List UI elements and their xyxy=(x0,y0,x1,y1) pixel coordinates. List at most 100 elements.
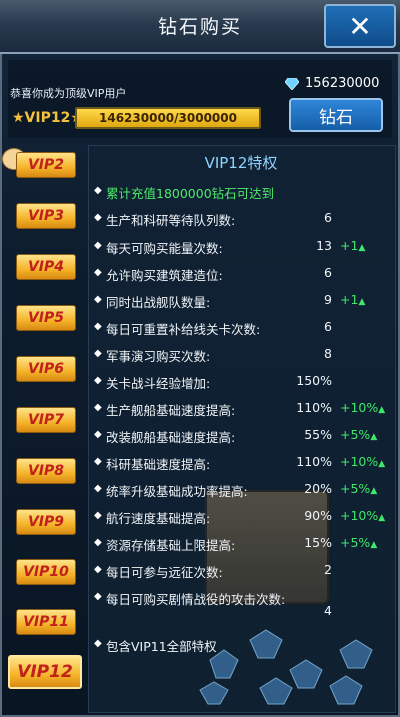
congrats-text: 恭喜你成为顶级VIP用户 xyxy=(10,87,127,100)
privilege-increase: +5%▲ xyxy=(340,535,390,550)
bullet-icon: ◆ xyxy=(94,348,102,359)
privilege-row: ◆ 改装舰船基础速度提高: 55% +5%▲ xyxy=(92,425,392,449)
tab-vip8[interactable]: VIP8 xyxy=(16,458,76,484)
privilege-increase-value: +5% xyxy=(340,535,371,550)
privilege-row: ◆ 军事演习购买次数: 8 xyxy=(92,344,392,368)
privilege-value: 110% xyxy=(296,400,332,415)
diamond-icon xyxy=(285,77,299,90)
bullet-icon: ◆ xyxy=(94,429,102,440)
privilege-row: ◆ 每天可购买能量次数: 13 +1▲ xyxy=(92,236,392,260)
privilege-label: 资源存储基础上限提高: xyxy=(106,538,236,553)
tab-vip10[interactable]: VIP10 xyxy=(16,559,76,585)
bullet-icon: ◆ xyxy=(94,294,102,305)
tab-vip12[interactable]: VIP12 xyxy=(8,655,82,689)
title-bar: 钻石购买 ✕ xyxy=(0,0,400,54)
privilege-increase: +1▲ xyxy=(340,238,390,253)
privilege-row: ◆ 科研基础速度提高: 110% +10%▲ xyxy=(92,452,392,476)
privilege-label: 军事演习购买次数: xyxy=(106,349,211,364)
tab-vip2[interactable]: VIP2 xyxy=(16,152,76,178)
privilege-label: 累计充值1800000钻石可达到 xyxy=(106,186,275,201)
privilege-value: 6 xyxy=(324,210,332,225)
up-arrow-icon: ▲ xyxy=(370,540,378,550)
privilege-label: 每日可参与远征次数: xyxy=(106,565,223,580)
up-arrow-icon: ▲ xyxy=(370,432,378,442)
tab-vip9[interactable]: VIP9 xyxy=(16,509,76,535)
privilege-label: 关卡战斗经验增加: xyxy=(106,376,211,391)
bullet-icon: ◆ xyxy=(94,212,102,223)
diamond-balance-value: 156230000 xyxy=(305,76,380,91)
vip-level-label: ★VIP12★ xyxy=(12,110,83,126)
privilege-value: 90% xyxy=(304,508,332,523)
tab-vip11[interactable]: VIP11 xyxy=(16,609,76,635)
bullet-icon: ◆ xyxy=(94,375,102,386)
up-arrow-icon: ▲ xyxy=(378,513,386,523)
privilege-increase-value: +10% xyxy=(340,454,379,469)
privilege-row: ◆ 每日可参与远征次数: 2 xyxy=(92,560,392,584)
privilege-value: 15% xyxy=(304,535,332,550)
privilege-label: 包含VIP11全部特权 xyxy=(106,639,217,654)
tab-vip4[interactable]: VIP4 xyxy=(16,254,76,280)
privilege-increase-value: +10% xyxy=(340,400,379,415)
privilege-label: 允许购买建筑建造位: xyxy=(106,268,223,283)
privilege-title: VIP12特权 xyxy=(204,154,278,172)
vip-tab-list: VIP2 VIP3 VIP4 VIP5 VIP6 VIP7 VIP8 VIP9 VIP10 VIP… xyxy=(0,145,84,715)
privilege-row: ◆ 生产和科研等待队列数: 6 xyxy=(92,208,392,232)
diamond-balance: 156230000 xyxy=(285,76,379,91)
privilege-row: ◆ 每日可重置补给线关卡次数: 6 xyxy=(92,317,392,341)
privilege-row: ◆ 关卡战斗经验增加: 150% xyxy=(92,371,392,395)
tab-vip7[interactable]: VIP7 xyxy=(16,407,76,433)
close-button[interactable]: ✕ xyxy=(324,4,396,48)
privilege-row: ◆ 资源存储基础上限提高: 15% +5%▲ xyxy=(92,533,392,557)
privilege-increase-value: +5% xyxy=(340,427,371,442)
privilege-label: 生产舰船基础速度提高: xyxy=(106,403,236,418)
up-arrow-icon: ▲ xyxy=(358,297,366,307)
privilege-value: 6 xyxy=(324,265,332,280)
vip-progress-text: 146230000/3000000 xyxy=(99,111,237,125)
privilege-label: 每天可购买能量次数: xyxy=(106,241,223,256)
up-arrow-icon: ▲ xyxy=(378,405,386,415)
close-icon: ✕ xyxy=(348,9,372,43)
privilege-increase: +5%▲ xyxy=(340,427,390,442)
privilege-increase-value: +1 xyxy=(340,238,359,253)
vip-progress-bar: 146230000/3000000 xyxy=(75,107,261,129)
privilege-value: 20% xyxy=(304,481,332,496)
privilege-label: 改装舰船基础速度提高: xyxy=(106,430,236,445)
privilege-row: ◆ 航行速度基础提高: 90% +10%▲ xyxy=(92,506,392,530)
bullet-icon: ◆ xyxy=(94,402,102,413)
privilege-increase: +10%▲ xyxy=(340,400,390,415)
privilege-increase-value: +5% xyxy=(340,481,371,496)
privilege-value: 150% xyxy=(296,373,332,388)
tab-vip6[interactable]: VIP6 xyxy=(16,356,76,382)
tab-vip3[interactable]: VIP3 xyxy=(16,203,76,229)
privilege-row: ◆ 包含VIP11全部特权 xyxy=(92,634,392,658)
privilege-label: 航行速度基础提高: xyxy=(106,511,211,526)
bullet-icon: ◆ xyxy=(94,483,102,494)
privilege-increase-value: +1 xyxy=(340,292,359,307)
bullet-icon: ◆ xyxy=(94,321,102,332)
privilege-row: ◆ 允许购买建筑建造位: 6 xyxy=(92,263,392,287)
bullet-icon: ◆ xyxy=(94,638,102,649)
up-arrow-icon: ▲ xyxy=(378,459,386,469)
bullet-icon: ◆ xyxy=(94,510,102,521)
privilege-value: 4 xyxy=(324,603,332,618)
privilege-label: 科研基础速度提高: xyxy=(106,457,211,472)
privilege-value: 110% xyxy=(296,454,332,469)
bullet-icon: ◆ xyxy=(94,564,102,575)
privilege-increase: +10%▲ xyxy=(340,508,390,523)
bullet-icon: ◆ xyxy=(94,185,102,196)
up-arrow-icon: ▲ xyxy=(370,486,378,496)
bullet-icon: ◆ xyxy=(94,456,102,467)
bullet-icon: ◆ xyxy=(94,267,102,278)
privilege-label: 同时出战舰队数量: xyxy=(106,295,211,310)
privilege-row: ◆ 生产舰船基础速度提高: 110% +10%▲ xyxy=(92,398,392,422)
tab-vip5[interactable]: VIP5 xyxy=(16,305,76,331)
privilege-value: 9 xyxy=(324,292,332,307)
privilege-label: 每日可购买剧情战役的攻击次数: xyxy=(106,592,286,607)
privilege-row: ◆ 每日可购买剧情战役的攻击次数: 4 xyxy=(92,587,392,618)
privilege-value: 6 xyxy=(324,319,332,334)
bullet-icon: ◆ xyxy=(94,537,102,548)
privilege-increase: +1▲ xyxy=(340,292,390,307)
privilege-increase-value: +10% xyxy=(340,508,379,523)
privilege-row: ◆ 累计充值1800000钻石可达到 xyxy=(92,181,392,205)
buy-diamond-button[interactable]: 钻石 xyxy=(289,98,383,132)
